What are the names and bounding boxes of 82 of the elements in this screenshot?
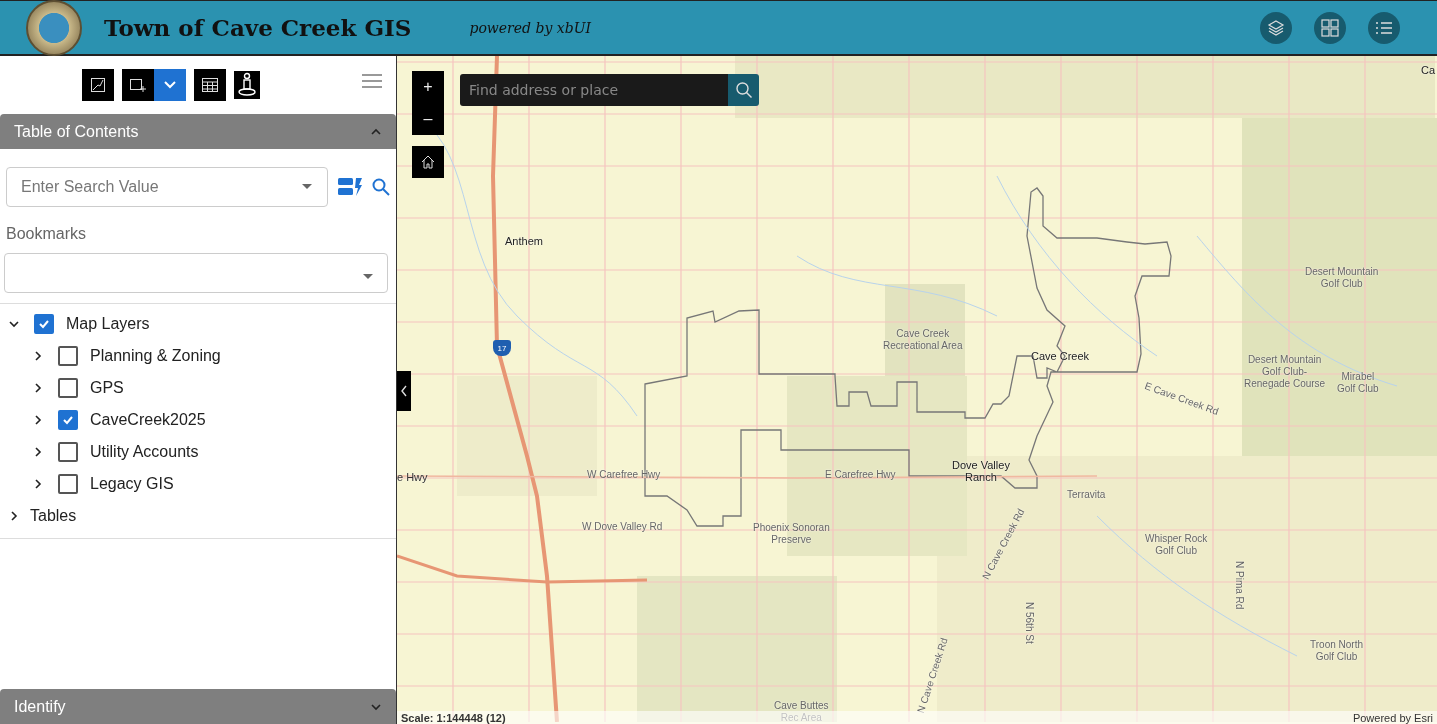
map-label: N Pima Rd	[1233, 561, 1245, 610]
map-label: Cave Creek Recreational Area	[883, 328, 963, 352]
map-label: Desert Mountain Golf Club- Renegade Course	[1244, 354, 1326, 390]
layers-button[interactable]	[1260, 11, 1292, 44]
dropdown-caret-icon[interactable]	[302, 184, 312, 190]
layer-label: Utility Accounts	[90, 443, 199, 461]
grid-icon	[1321, 18, 1339, 37]
search-icon[interactable]	[372, 178, 390, 196]
dropdown-button[interactable]	[154, 69, 186, 101]
layer-checkbox[interactable]	[58, 474, 78, 494]
chevron-icon	[32, 350, 44, 362]
list-button[interactable]	[1368, 11, 1400, 44]
table-icon	[202, 78, 218, 92]
layer-label: Planning & Zoning	[90, 347, 221, 365]
map-label: Anthem	[505, 235, 543, 247]
map-label: Troon North Golf Club	[1310, 639, 1363, 663]
checkmark-icon	[62, 414, 74, 426]
chevron-icon	[32, 478, 44, 490]
layer-label: CaveCreek2025	[90, 411, 206, 429]
identify-header[interactable]: Identify	[0, 689, 396, 724]
scale-text: Scale: 1:144448 (12)	[401, 711, 506, 724]
layer-checkbox[interactable]	[58, 442, 78, 462]
address-search-field[interactable]: Find address or place	[460, 74, 728, 106]
chevron-icon	[400, 385, 408, 397]
map-label: Mirabel Golf Club	[1337, 371, 1379, 395]
app-subtitle: powered by xbUI	[469, 19, 591, 36]
map-label: Dove Valley Ranch	[952, 459, 1010, 483]
town-seal-logo	[26, 0, 82, 56]
sketch-icon	[90, 77, 106, 93]
bookmarks-label: Bookmarks	[5, 224, 88, 244]
collapse-panel-button[interactable]	[397, 371, 411, 411]
chevron-icon	[8, 510, 20, 522]
map-label: N Cave Creek Rd	[915, 636, 951, 715]
app-title: Town of Cave Creek GIS	[104, 14, 412, 41]
map-label: N 56th St	[1023, 602, 1035, 644]
menu-button[interactable]	[362, 74, 382, 88]
home-icon	[420, 154, 436, 170]
menu-icon	[362, 74, 382, 88]
expand-toggle[interactable]	[8, 318, 22, 330]
layer-checkbox[interactable]	[58, 346, 78, 366]
map-label: Cave Creek	[1031, 350, 1090, 362]
chevron-icon	[163, 80, 177, 90]
table-of-contents-header[interactable]: Table of Contents	[0, 114, 396, 149]
map-label: E Carefree Hwy	[825, 469, 896, 481]
layer-label: GPS	[90, 379, 124, 397]
layer-checkbox[interactable]	[34, 314, 54, 334]
map-label: Desert Mountain Golf Club	[1305, 266, 1379, 290]
search-icon	[734, 81, 753, 99]
search-button[interactable]	[728, 74, 759, 106]
layer-checkbox[interactable]	[58, 410, 78, 430]
checkmark-icon	[38, 318, 50, 330]
person-tool-button[interactable]	[234, 71, 260, 99]
table-tool-button[interactable]	[194, 69, 226, 101]
layer-label: Legacy GIS	[90, 475, 174, 493]
grid-button[interactable]	[1314, 11, 1346, 44]
home-button[interactable]	[412, 146, 444, 178]
map-label: W Carefree Hwy	[587, 469, 661, 481]
attribution-text: Powered by Esri	[1352, 711, 1433, 724]
server-lightning-icon[interactable]	[338, 178, 362, 196]
chevron-icon	[8, 318, 20, 330]
dropdown-caret-icon	[363, 274, 373, 280]
map-label: Whisper Rock Golf Club	[1145, 533, 1208, 557]
layer-label: Map Layers	[66, 315, 150, 333]
map-label: Terravita	[1067, 489, 1106, 501]
chevron-icon	[32, 414, 44, 426]
list-icon	[1375, 20, 1393, 35]
map-label: e Hwy	[397, 471, 428, 483]
person-icon	[236, 72, 258, 98]
map-label: Phoenix Sonoran Preserve	[753, 522, 830, 546]
chevron-icon	[32, 382, 44, 394]
layer-checkbox[interactable]	[58, 378, 78, 398]
select-tool-button[interactable]	[122, 69, 154, 101]
map-label: W Dove Valley Rd	[582, 521, 663, 533]
chevron-icon	[32, 446, 44, 458]
search-field[interactable]: Enter Search Value	[6, 167, 328, 207]
map-label: Ca	[1421, 64, 1436, 76]
map-label: E Cave Creek Rd	[1142, 380, 1221, 418]
layer-label: Tables	[30, 507, 77, 525]
highway-shield: 17	[493, 340, 511, 356]
add-rectangle-icon	[129, 77, 147, 93]
map-label: N Cave Creek Rd	[980, 506, 1028, 582]
draw-tool-button[interactable]	[82, 69, 114, 101]
